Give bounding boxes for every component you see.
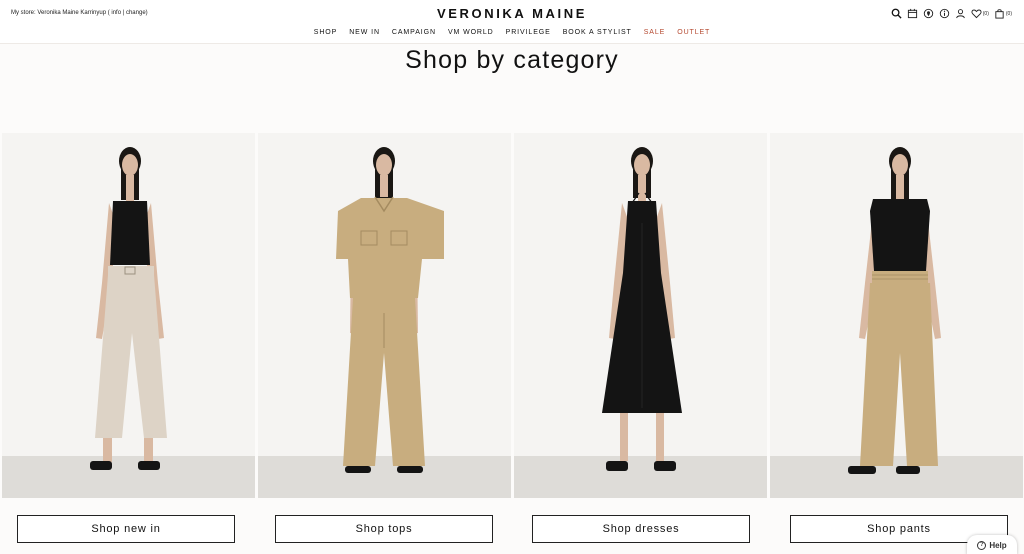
- nav-privilege[interactable]: PRIVILEGE: [506, 29, 551, 36]
- wishlist-button[interactable]: (0): [971, 8, 989, 19]
- nav-vm-world[interactable]: VM WORLD: [448, 29, 494, 36]
- store-locator-button[interactable]: [923, 8, 934, 19]
- account-icon: [955, 9, 965, 19]
- top-bar: My store: Veronika Maine Karrinyup ( inf…: [0, 0, 1024, 44]
- help-label: Help: [989, 540, 1007, 550]
- category-tile-pants[interactable]: [770, 133, 1023, 498]
- bag-icon: [995, 9, 1004, 19]
- shop-new-in-button[interactable]: Shop new in: [17, 515, 235, 543]
- nav-new-in[interactable]: NEW IN: [349, 29, 380, 36]
- category-tile-dresses[interactable]: [514, 133, 767, 498]
- bag-button[interactable]: (0): [994, 8, 1012, 19]
- info-icon: [939, 8, 949, 19]
- account-button[interactable]: [955, 8, 966, 19]
- model-image-tops: [336, 147, 444, 473]
- bag-count: (0): [1005, 10, 1012, 17]
- search-button[interactable]: [891, 8, 902, 19]
- wishlist-count: (0): [982, 10, 989, 17]
- shop-dresses-button[interactable]: Shop dresses: [532, 515, 750, 543]
- category-grid: [0, 133, 1024, 498]
- main-nav: SHOP NEW IN CAMPAIGN VM WORLD PRIVILEGE …: [0, 29, 1024, 36]
- store-pin-icon: [923, 8, 933, 19]
- calendar-icon: [907, 8, 917, 19]
- nav-outlet[interactable]: OUTLET: [677, 29, 710, 36]
- appointment-button[interactable]: [907, 8, 918, 19]
- shop-tops-button[interactable]: Shop tops: [275, 515, 493, 543]
- header-icons: (0) (0): [891, 8, 1012, 19]
- category-tile-new-in[interactable]: [2, 133, 255, 498]
- nav-book-a-stylist[interactable]: BOOK A STYLIST: [563, 29, 632, 36]
- model-image-new-in: [90, 147, 167, 470]
- wishlist-icon: [971, 9, 982, 19]
- category-tile-tops[interactable]: [258, 133, 511, 498]
- page-title: Shop by category: [405, 46, 619, 74]
- search-icon: [891, 8, 902, 19]
- nav-campaign[interactable]: CAMPAIGN: [392, 29, 436, 36]
- info-button[interactable]: [939, 8, 950, 19]
- brand-logo[interactable]: VERONIKA MAINE: [0, 6, 1024, 21]
- help-icon: ?: [977, 540, 987, 550]
- model-image-dresses: [602, 147, 682, 471]
- model-image-pants: [848, 147, 941, 474]
- nav-sale[interactable]: SALE: [644, 29, 666, 36]
- nav-shop[interactable]: SHOP: [314, 29, 337, 36]
- help-button[interactable]: ? Help: [967, 535, 1017, 554]
